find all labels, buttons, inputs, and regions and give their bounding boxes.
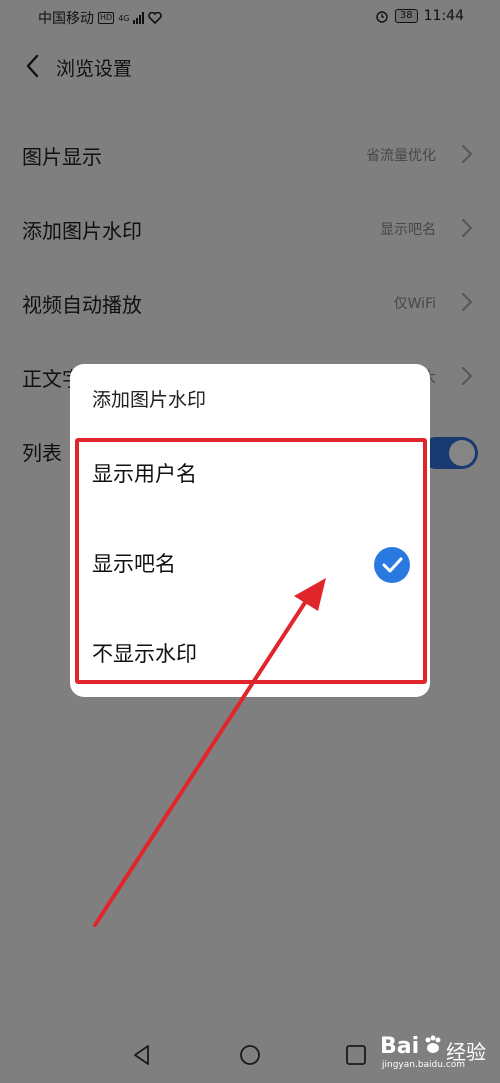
watermark-logo: Bai — [380, 1034, 420, 1059]
annotation-highlight-box — [75, 438, 427, 684]
watermark-url: jingyan.baidu.com — [382, 1060, 466, 1070]
paw-icon — [425, 1035, 441, 1053]
dialog-title: 添加图片水印 — [92, 389, 207, 411]
baidu-jingyan-watermark: Bai 经验 jingyan.baidu.com — [380, 1030, 490, 1074]
